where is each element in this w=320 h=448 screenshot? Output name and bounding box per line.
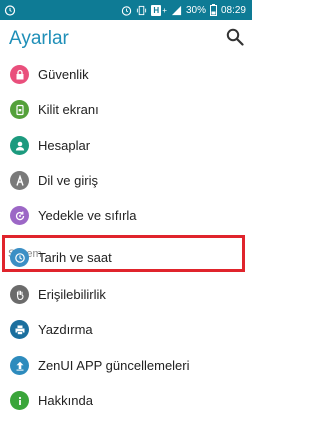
settings-item-label: Erişilebilirlik bbox=[38, 287, 106, 302]
settings-item-label: Hakkında bbox=[38, 393, 93, 408]
printer-icon bbox=[10, 320, 29, 339]
page-title: Ayarlar bbox=[9, 28, 69, 49]
settings-item-about[interactable]: Hakkında bbox=[0, 384, 252, 418]
network-plus-icon: + bbox=[162, 5, 167, 15]
settings-item-language[interactable]: Dil ve giriş bbox=[0, 164, 252, 198]
settings-item-label: Yazdırma bbox=[38, 322, 93, 337]
alarm-icon bbox=[4, 5, 16, 16]
clock-time: 08:29 bbox=[220, 4, 246, 16]
settings-item-label: Hesaplar bbox=[38, 138, 91, 153]
settings-item-accessibility[interactable]: Erişilebilirlik bbox=[0, 278, 252, 312]
settings-item-security[interactable]: Güvenlik bbox=[0, 58, 252, 92]
update-icon bbox=[10, 356, 29, 375]
screen-lock-icon bbox=[10, 100, 29, 119]
alarm-clock-icon bbox=[122, 5, 132, 16]
settings-item-printing[interactable]: Yazdırma bbox=[0, 313, 252, 347]
settings-item-label: Kilit ekranı bbox=[38, 102, 99, 117]
settings-item-lock-screen[interactable]: Kilit ekranı bbox=[0, 93, 252, 127]
settings-item-label: Dil ve giriş bbox=[38, 173, 98, 188]
accessibility-hand-icon bbox=[10, 285, 29, 304]
info-icon bbox=[10, 391, 29, 410]
settings-item-backup[interactable]: Yedekle ve sıfırla bbox=[0, 199, 252, 233]
account-icon bbox=[10, 136, 29, 155]
search-icon[interactable] bbox=[226, 28, 244, 46]
backup-icon bbox=[10, 206, 29, 225]
settings-item-label: Güvenlik bbox=[38, 67, 89, 82]
vibrate-icon bbox=[137, 5, 147, 15]
language-icon bbox=[10, 171, 29, 190]
highlight-box bbox=[2, 235, 245, 272]
app-bar: Ayarlar bbox=[0, 20, 252, 60]
settings-item-zenui-updates[interactable]: ZenUI APP güncellemeleri bbox=[0, 349, 252, 383]
settings-item-label: ZenUI APP güncellemeleri bbox=[38, 358, 190, 373]
status-bar: H + 30% 08:29 bbox=[0, 0, 252, 20]
signal-icon bbox=[171, 5, 182, 15]
lock-icon bbox=[10, 65, 29, 84]
settings-item-accounts[interactable]: Hesaplar bbox=[0, 129, 252, 163]
network-h-icon: H bbox=[151, 4, 162, 16]
battery-percent: 30% bbox=[185, 4, 206, 16]
battery-icon bbox=[209, 4, 217, 16]
settings-item-label: Yedekle ve sıfırla bbox=[38, 208, 137, 223]
